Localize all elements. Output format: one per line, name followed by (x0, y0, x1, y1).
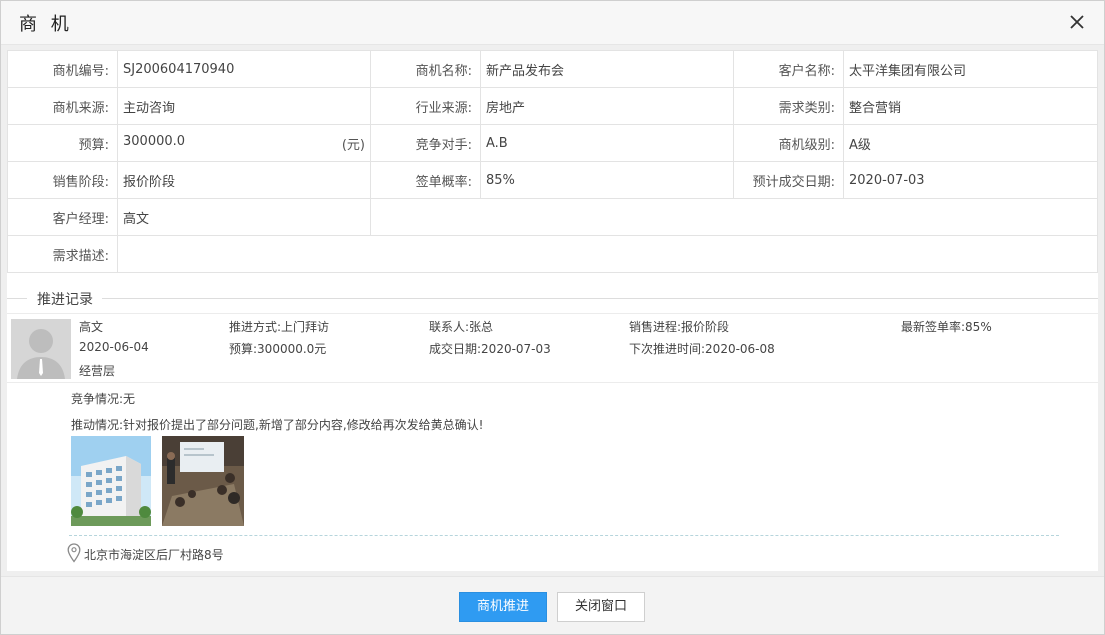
sales-stage-value: 报价阶段 (117, 161, 371, 199)
field-label: 预计成交日期: (733, 161, 844, 199)
field-label: 预算: (7, 124, 118, 162)
building-photo-icon (71, 436, 151, 526)
field-label: 销售阶段: (7, 161, 118, 199)
opportunity-dialog: 商 机 商机编号: SJ200604170940 商机名称: 新产品发布会 客户… (0, 0, 1105, 635)
field-label: 需求类别: (733, 87, 844, 125)
field-label: 商机名称: (370, 50, 481, 88)
dialog-body: 商机编号: SJ200604170940 商机名称: 新产品发布会 客户名称: … (1, 45, 1104, 576)
advance-opportunity-button[interactable]: 商机推进 (459, 592, 547, 622)
info-row: 预算: 300000.0 (元) 竞争对手: A.B 商机级别: A级 (7, 124, 1098, 162)
divider (102, 298, 1098, 299)
dialog-title: 商 机 (19, 14, 73, 35)
manager-value: 高文 (117, 198, 371, 236)
info-row: 商机编号: SJ200604170940 商机名称: 新产品发布会 客户名称: … (7, 50, 1098, 88)
record-latest-rate: 最新签单率:85% (901, 320, 992, 334)
dialog-footer: 商机推进 关闭窗口 (1, 576, 1104, 634)
customer-name-value: 太平洋集团有限公司 (843, 50, 1098, 88)
info-row: 商机来源: 主动咨询 行业来源: 房地产 需求类别: 整合营销 (7, 87, 1098, 125)
budget-unit: (元) (341, 137, 365, 153)
field-label: 竞争对手: (370, 124, 481, 162)
field-label: 商机来源: (7, 87, 118, 125)
record-department: 经营层 (79, 364, 116, 378)
competitor-value: A.B (480, 124, 734, 162)
field-label: 商机编号: (7, 50, 118, 88)
demand-type-value: 整合营销 (843, 87, 1098, 125)
record-push-desc: 推动情况:针对报价提出了部分问题,新增了部分内容,修改给再次发给黄总确认! (71, 418, 484, 432)
record-budget: 预算:300000.0元 (229, 342, 327, 356)
close-icon[interactable] (1066, 11, 1088, 33)
record-photo-meeting[interactable] (162, 436, 244, 526)
record-deal-date: 成交日期:2020-07-03 (429, 342, 551, 356)
source-value: 主动咨询 (117, 87, 371, 125)
empty-cell (370, 198, 1098, 236)
location-pin-icon (67, 543, 81, 563)
industry-value: 房地产 (480, 87, 734, 125)
record-header: 高文 2020-06-04 经营层 推进方式:上门拜访 预算:300000.0元… (7, 313, 1098, 383)
field-label: 客户经理: (7, 198, 118, 236)
record-method: 推进方式:上门拜访 (229, 320, 330, 334)
record-competition: 竞争情况:无 (71, 392, 136, 406)
field-label: 商机级别: (733, 124, 844, 162)
record-date: 2020-06-04 (79, 340, 149, 354)
budget-cell: 300000.0 (元) (117, 124, 371, 162)
field-label: 行业来源: (370, 87, 481, 125)
info-row: 需求描述: (7, 235, 1098, 273)
close-window-button[interactable]: 关闭窗口 (557, 592, 645, 622)
demand-desc-value (117, 235, 1098, 273)
deal-date-value: 2020-07-03 (843, 161, 1098, 199)
field-label: 需求描述: (7, 235, 118, 273)
record-next-time: 下次推进时间:2020-06-08 (629, 342, 775, 356)
field-label: 客户名称: (733, 50, 844, 88)
content-panel: 商机编号: SJ200604170940 商机名称: 新产品发布会 客户名称: … (7, 50, 1098, 571)
field-label: 签单概率: (370, 161, 481, 199)
win-rate-value: 85% (480, 161, 734, 199)
record-user-name: 高文 (79, 320, 104, 334)
level-value: A级 (843, 124, 1098, 162)
records-section-title: 推进记录 (7, 288, 1098, 308)
opportunity-info-table: 商机编号: SJ200604170940 商机名称: 新产品发布会 客户名称: … (7, 50, 1098, 273)
dialog-header: 商 机 (1, 1, 1104, 45)
meeting-photo-icon (162, 436, 244, 526)
location-text: 北京市海淀区后厂村路8号 (84, 548, 224, 562)
avatar (11, 319, 71, 379)
record-contact: 联系人:张总 (429, 320, 494, 334)
record-photo-building[interactable] (71, 436, 151, 526)
divider (69, 535, 1059, 536)
record-progress: 销售进程:报价阶段 (629, 320, 730, 334)
records-title: 推进记录 (37, 292, 93, 308)
opportunity-id-value: SJ200604170940 (117, 50, 371, 88)
budget-value: 300000.0 (123, 133, 186, 149)
info-row: 客户经理: 高文 (7, 198, 1098, 236)
user-avatar-icon (11, 319, 71, 379)
opportunity-name-value: 新产品发布会 (480, 50, 734, 88)
divider (7, 298, 27, 299)
info-row: 销售阶段: 报价阶段 签单概率: 85% 预计成交日期: 2020-07-03 (7, 161, 1098, 199)
